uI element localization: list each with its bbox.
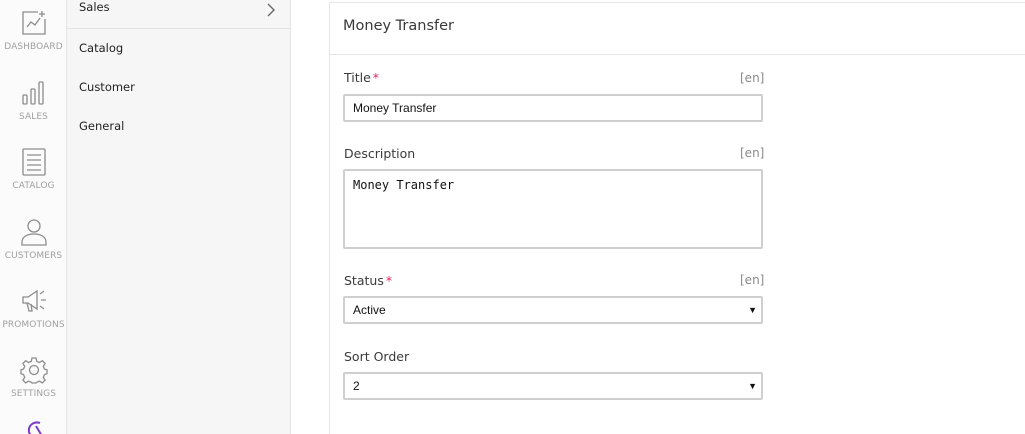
- page-title: Money Transfer: [343, 18, 454, 34]
- status-select-value: Active: [353, 303, 386, 317]
- customers-icon: [0, 218, 67, 246]
- settings-submenu: Sales Catalog Customer General: [67, 0, 291, 434]
- status-select[interactable]: Active ▼: [343, 296, 763, 324]
- required-marker: *: [372, 70, 380, 85]
- description-textarea[interactable]: Money Transfer: [343, 169, 763, 249]
- rail-item-sales[interactable]: SALES: [0, 79, 67, 122]
- catalog-icon: [0, 148, 67, 176]
- sales-icon: [0, 79, 67, 107]
- submenu-item-catalog[interactable]: Catalog: [79, 41, 123, 55]
- description-textarea-value: Money Transfer: [353, 178, 455, 192]
- submenu-item-label: Sales: [79, 0, 110, 14]
- status-label-text: Status: [344, 273, 384, 288]
- title-input[interactable]: Money Transfer: [343, 94, 763, 122]
- rail-label-promotions: PROMOTIONS: [2, 320, 65, 330]
- submenu-item-label: Catalog: [79, 41, 124, 55]
- rail-label-sales: SALES: [19, 112, 48, 122]
- title-input-value: Money Transfer: [353, 101, 437, 115]
- rail-item-customers[interactable]: CUSTOMERS: [0, 218, 67, 261]
- chevron-right-icon[interactable]: [265, 2, 277, 22]
- submenu-item-label: General: [79, 119, 125, 133]
- rail-item-extra[interactable]: [0, 420, 67, 434]
- submenu-item-sales[interactable]: Sales: [79, 0, 110, 14]
- rail-item-promotions[interactable]: PROMOTIONS: [0, 287, 67, 330]
- status-label: Status *: [344, 273, 392, 288]
- description-lang-badge: [en]: [740, 146, 765, 160]
- rail-item-settings[interactable]: SETTINGS: [0, 356, 67, 399]
- sort-order-select-value: 2: [353, 379, 360, 393]
- status-lang-badge: [en]: [740, 273, 765, 287]
- dropdown-arrow-icon: ▼: [748, 305, 757, 315]
- rail-label-customers: CUSTOMERS: [4, 251, 63, 261]
- rail-label-dashboard: DASHBOARD: [4, 42, 63, 52]
- divider: [67, 28, 291, 29]
- submenu-item-general[interactable]: General: [79, 119, 124, 133]
- submenu-item-label: Customer: [79, 80, 135, 94]
- moon-logo-icon: [0, 420, 67, 434]
- submenu-item-customer[interactable]: Customer: [79, 80, 135, 94]
- dashboard-icon: [0, 9, 67, 37]
- rail-item-dashboard[interactable]: DASHBOARD: [0, 9, 67, 52]
- payment-method-panel: Money Transfer Title * [en] Money Transfe…: [329, 2, 1025, 434]
- sort-order-label: Sort Order: [344, 349, 410, 364]
- sort-order-select[interactable]: 2 ▼: [343, 372, 763, 400]
- icon-sidebar: DASHBOARD SALES CATALOG CUSTOMERS PROMOT…: [0, 0, 67, 434]
- title-label: Title *: [344, 70, 379, 85]
- rail-label-settings: SETTINGS: [10, 389, 57, 399]
- panel-header: Money Transfer: [330, 3, 1025, 55]
- dropdown-arrow-icon: ▼: [748, 381, 757, 391]
- rail-label-catalog: CATALOG: [12, 181, 55, 191]
- title-lang-badge: [en]: [740, 71, 765, 85]
- main-content: Money Transfer Title * [en] Money Transfe…: [291, 0, 1025, 434]
- promotions-icon: [0, 287, 67, 315]
- rail-item-catalog[interactable]: CATALOG: [0, 148, 67, 191]
- title-label-text: Title: [344, 70, 371, 85]
- description-label: Description: [344, 146, 416, 161]
- settings-icon: [0, 356, 67, 384]
- required-marker: *: [385, 273, 393, 288]
